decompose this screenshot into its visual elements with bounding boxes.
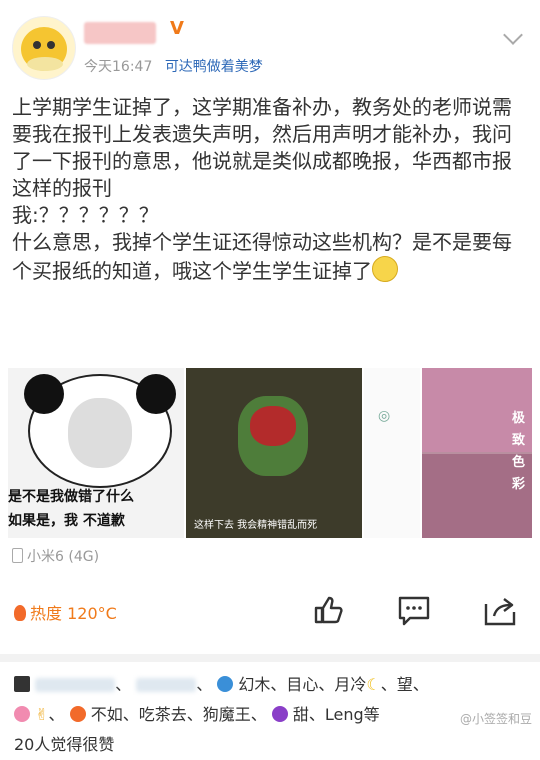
image-anime-girl[interactable]: 极致色彩 xyxy=(422,368,532,538)
heat-indicator[interactable]: 热度 120°C xyxy=(14,600,117,624)
victory-hand-icon: ✌ xyxy=(35,705,49,724)
likes-list: 、 、 幻木、目心、月冷☾、望、 ✌、 不如、吃茶去、狗魔王、 甜、Leng等 … xyxy=(14,670,530,760)
image-vertical-text: 极致色彩 xyxy=(512,411,526,492)
post-paragraph-2: 我:？？？？？？ xyxy=(12,203,159,227)
image-small-sticker[interactable]: ◎ xyxy=(364,368,420,538)
liker-names[interactable]: 幻木、目心、月冷 xyxy=(238,675,366,694)
guitar-icon xyxy=(271,706,288,722)
comment-icon[interactable] xyxy=(396,592,432,628)
likes-line-1: 、 、 幻木、目心、月冷☾、望、 xyxy=(14,670,530,700)
avatar[interactable] xyxy=(12,16,76,80)
chevron-down-icon[interactable] xyxy=(503,25,523,45)
moon-icon: ☾ xyxy=(366,675,381,694)
pink-badge-icon xyxy=(14,706,30,722)
swirl-icon xyxy=(217,676,234,692)
post-paragraph-3: 什么意思，我掉个学生证还得惊动这些机构？是不是要每个买报纸的知道，哦这个学生学生… xyxy=(12,230,512,283)
post-header: V 今天16:47 可达鸭做着美梦 xyxy=(0,0,540,90)
blurred-name xyxy=(136,678,197,692)
surprised-emoji-icon xyxy=(372,256,398,282)
device-label: 小米6 (4G) xyxy=(12,546,99,566)
section-divider xyxy=(0,654,540,662)
thumb-icon xyxy=(14,676,30,692)
vip-badge-icon: V xyxy=(170,18,184,39)
flame-badge-icon xyxy=(69,706,86,722)
post-meta: 今天16:47 可达鸭做着美梦 xyxy=(84,56,263,76)
meme-caption-top: 是不是我做错了什么 xyxy=(8,489,134,505)
watermark: @小签签和豆 xyxy=(459,712,532,726)
image-masked-hero[interactable]: 这样下去 我会精神错乱而死 xyxy=(186,368,362,538)
liker-names-3[interactable]: 甜、Leng等 xyxy=(293,705,380,724)
blurred-name xyxy=(35,678,116,692)
like-icon[interactable] xyxy=(310,592,346,628)
username-blurred[interactable] xyxy=(84,22,156,44)
liker-names-2[interactable]: 不如、吃茶去、狗魔王、 xyxy=(91,705,267,724)
post-body: 上学期学生证掉了，这学期准备补办，教务处的老师说需要我在报刊上发表遗失声明，然后… xyxy=(12,94,530,285)
share-icon[interactable] xyxy=(482,592,518,628)
post-source[interactable]: 可达鸭做着美梦 xyxy=(165,59,263,75)
image-panda-meme[interactable]: 是不是我做错了什么 如果是，我 不道歉 xyxy=(8,368,184,538)
post-paragraph-1: 上学期学生证掉了，这学期准备补办，教务处的老师说需要我在报刊上发表遗失声明，然后… xyxy=(12,95,512,200)
cat-sticker-icon: ◎ xyxy=(378,408,391,424)
post-time: 今天16:47 xyxy=(84,59,153,75)
flame-icon xyxy=(14,605,26,621)
phone-icon xyxy=(12,548,23,563)
action-toolbar: 热度 120°C xyxy=(0,580,540,640)
image-grid: 是不是我做错了什么 如果是，我 不道歉 这样下去 我会精神错乱而死 ◎ 极致色彩 xyxy=(8,368,532,538)
image-subtitle: 这样下去 我会精神错乱而死 xyxy=(194,520,318,531)
likes-count[interactable]: 20人觉得很赞 xyxy=(14,730,530,760)
meme-caption-bottom: 如果是，我 不道歉 xyxy=(8,513,125,529)
likes-line-2: ✌、 不如、吃茶去、狗魔王、 甜、Leng等 xyxy=(14,700,530,730)
